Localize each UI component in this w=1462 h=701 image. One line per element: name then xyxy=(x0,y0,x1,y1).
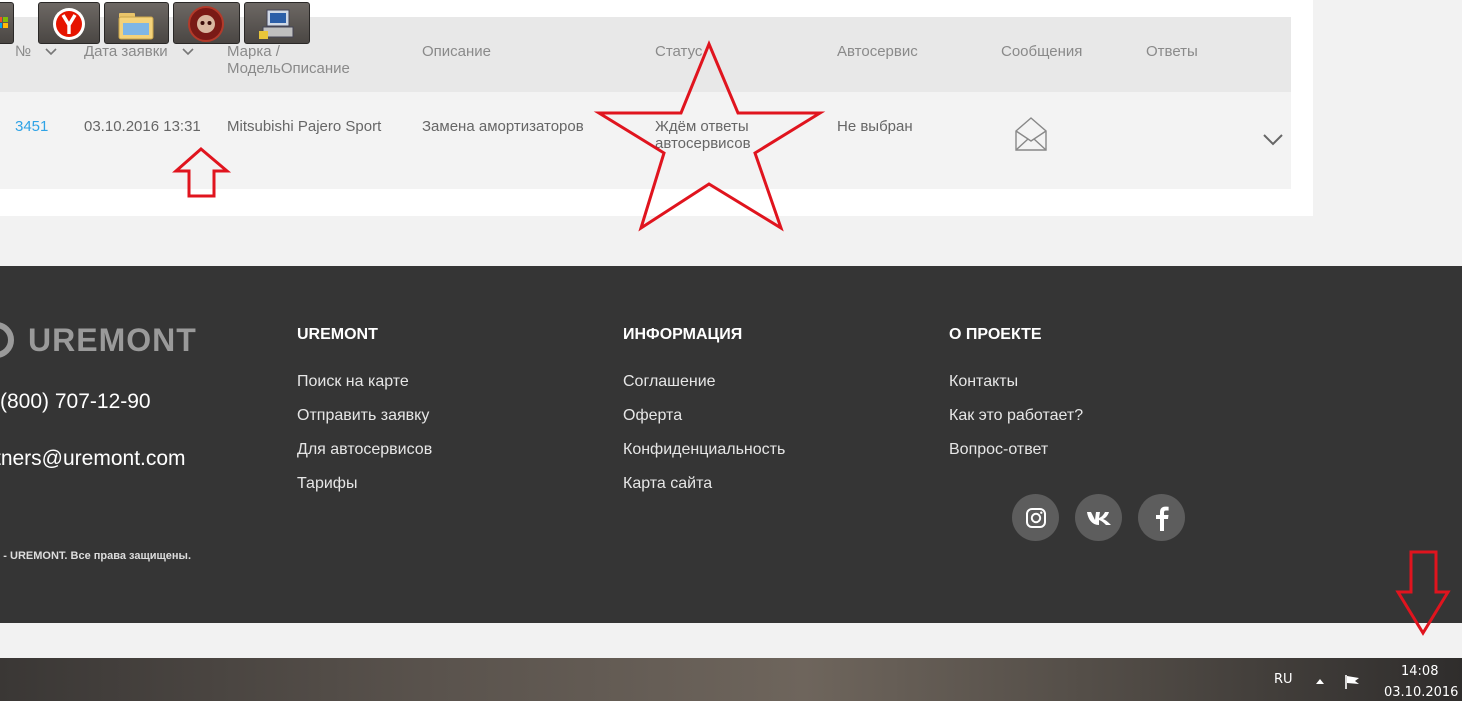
folder-icon xyxy=(118,13,154,40)
instagram-icon[interactable] xyxy=(1012,494,1059,541)
footer-link-how-it-works[interactable]: Как это работает? xyxy=(949,406,1083,440)
order-model: Mitsubishi Pajero Sport xyxy=(227,118,382,135)
envelope-icon[interactable] xyxy=(1014,116,1048,152)
clock-date[interactable]: 03.10.2016 xyxy=(1384,685,1458,700)
windows-taskbar xyxy=(0,658,1462,701)
footer-column-about: О ПРОЕКТЕ Контакты Как это работает? Воп… xyxy=(949,326,1083,474)
clock-time[interactable]: 14:08 xyxy=(1401,664,1438,679)
header-number[interactable]: № xyxy=(15,43,57,60)
footer-column-title: О ПРОЕКТЕ xyxy=(949,326,1042,343)
header-messages: Сообщения xyxy=(1001,43,1083,60)
footer-column-title: UREMONT xyxy=(297,326,378,343)
order-service: Не выбран xyxy=(837,118,913,135)
header-date[interactable]: Дата заявки xyxy=(84,43,194,60)
footer-link-agreement[interactable]: Соглашение xyxy=(623,372,785,406)
sort-chevron-icon[interactable] xyxy=(45,48,57,56)
footer-link-sitemap[interactable]: Карта сайта xyxy=(623,474,785,508)
taskbar-yandex-browser[interactable] xyxy=(38,2,100,44)
order-date: 03.10.2016 13:31 xyxy=(84,118,201,135)
header-brand: Марка / МодельОписание xyxy=(227,43,350,77)
computer-app-icon xyxy=(259,9,294,39)
footer-column-title: ИНФОРМАЦИЯ xyxy=(623,326,743,343)
sort-chevron-icon[interactable] xyxy=(182,48,194,56)
footer-column-uremont: UREMONT Поиск на карте Отправить заявку … xyxy=(297,326,432,508)
footer-link-send-request[interactable]: Отправить заявку xyxy=(297,406,432,440)
footer-logo[interactable]: UREMONT xyxy=(0,318,197,362)
order-status: Ждём ответы автосервисов xyxy=(655,118,751,152)
order-id-link[interactable]: 3451 xyxy=(15,118,48,135)
tray-expand-arrow-icon[interactable] xyxy=(1314,677,1326,685)
footer-link-tariffs[interactable]: Тарифы xyxy=(297,474,432,508)
windows-logo-icon xyxy=(0,17,8,28)
order-description: Замена амортизаторов xyxy=(422,118,584,135)
footer-link-for-services[interactable]: Для автосервисов xyxy=(297,440,432,474)
uremont-logo-icon xyxy=(0,322,14,358)
header-answers: Ответы xyxy=(1146,43,1198,60)
header-description: Описание xyxy=(422,43,492,60)
taskbar-explorer[interactable] xyxy=(104,2,169,44)
expand-row-chevron-icon[interactable] xyxy=(1262,133,1284,147)
footer-copyright: 16 - UREMONT. Все права защищены. xyxy=(0,550,191,562)
header-service: Автосервис xyxy=(837,43,918,60)
footer-link-privacy[interactable]: Конфиденциальность xyxy=(623,440,785,474)
footer-link-map-search[interactable]: Поиск на карте xyxy=(297,372,432,406)
table-row[interactable] xyxy=(0,92,1291,189)
facebook-icon[interactable] xyxy=(1138,494,1185,541)
footer-link-offer[interactable]: Оферта xyxy=(623,406,785,440)
start-button[interactable] xyxy=(0,2,14,44)
language-indicator[interactable]: RU xyxy=(1274,672,1293,687)
footer-column-info: ИНФОРМАЦИЯ Соглашение Оферта Конфиденциа… xyxy=(623,326,785,508)
taskbar-app-skull[interactable] xyxy=(173,2,240,44)
skull-app-icon xyxy=(188,6,224,42)
header-status: Статус xyxy=(655,43,703,60)
social-links xyxy=(1012,494,1185,541)
yandex-browser-icon xyxy=(53,8,85,40)
action-center-flag-icon[interactable] xyxy=(1344,674,1362,690)
footer-link-faq[interactable]: Вопрос-ответ xyxy=(949,440,1083,474)
footer-email[interactable]: rtners@uremont.com xyxy=(0,447,186,471)
footer-phone[interactable]: (800) 707-12-90 xyxy=(0,390,151,414)
footer-link-contacts[interactable]: Контакты xyxy=(949,372,1083,406)
taskbar-app-computer[interactable] xyxy=(244,2,310,44)
vk-icon[interactable] xyxy=(1075,494,1122,541)
